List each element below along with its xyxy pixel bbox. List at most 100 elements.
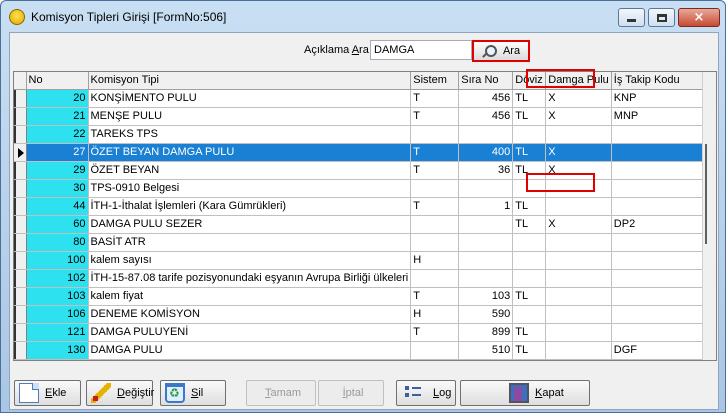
row-indicator[interactable] — [14, 107, 27, 126]
table-row[interactable]: 22 TAREKS TPS — [14, 125, 704, 144]
cell-sistem[interactable]: T — [410, 161, 460, 180]
table-row[interactable]: 106 DENEME KOMİSYON H 590 — [14, 305, 704, 324]
cell-sira-no[interactable] — [458, 269, 514, 288]
cell-komisyon-tipi[interactable]: kalem sayısı — [88, 251, 412, 270]
cell-sira-no[interactable]: 590 — [458, 305, 514, 324]
cell-is-takip-kodu[interactable] — [611, 161, 704, 180]
cell-is-takip-kodu[interactable] — [611, 197, 704, 216]
cell-no[interactable]: 80 — [26, 233, 89, 252]
header-sira-no[interactable]: Sıra No — [458, 72, 514, 90]
cell-komisyon-tipi[interactable]: BASİT ATR — [88, 233, 412, 252]
title-bar[interactable]: Komisyon Tipleri Girişi [FormNo:506] × — [1, 1, 725, 31]
cell-doviz[interactable] — [512, 233, 547, 252]
commission-grid[interactable]: No Komisyon Tipi Sistem Sıra No Döviz Da… — [13, 71, 717, 361]
cell-sistem[interactable]: H — [410, 305, 460, 324]
row-indicator[interactable] — [14, 287, 27, 306]
cell-damga-pulu[interactable]: X — [545, 143, 612, 162]
cell-damga-pulu[interactable] — [545, 269, 612, 288]
cell-doviz[interactable] — [512, 251, 547, 270]
cell-doviz[interactable] — [512, 269, 547, 288]
cell-is-takip-kodu[interactable] — [611, 287, 704, 306]
cell-no[interactable]: 44 — [26, 197, 89, 216]
cell-damga-pulu[interactable] — [545, 341, 612, 360]
cell-sistem[interactable]: T — [410, 323, 460, 342]
cell-no[interactable]: 21 — [26, 107, 89, 126]
cell-no[interactable]: 29 — [26, 161, 89, 180]
cell-komisyon-tipi[interactable]: KONŞİMENTO PULU — [88, 89, 412, 108]
search-input[interactable] — [370, 40, 472, 60]
table-row[interactable]: 44 İTH-1-İthalat İşlemleri (Kara Gümrükle… — [14, 197, 704, 216]
cell-komisyon-tipi[interactable]: DENEME KOMİSYON — [88, 305, 412, 324]
cell-sira-no[interactable]: 456 — [458, 107, 514, 126]
cell-damga-pulu[interactable] — [545, 305, 612, 324]
cell-no[interactable]: 106 — [26, 305, 89, 324]
cell-sistem[interactable]: H — [410, 251, 460, 270]
cell-komisyon-tipi[interactable]: İTH-1-İthalat İşlemleri (Kara Gümrükleri… — [88, 197, 412, 216]
cell-is-takip-kodu[interactable] — [611, 179, 704, 198]
scrollbar-thumb[interactable] — [705, 144, 715, 244]
cell-doviz[interactable]: TL — [512, 89, 547, 108]
cell-sistem[interactable] — [410, 341, 460, 360]
cell-komisyon-tipi[interactable]: İTH-15-87.08 tarife pozisyonundaki eşyan… — [88, 269, 412, 288]
cell-is-takip-kodu[interactable] — [611, 305, 704, 324]
cell-no[interactable]: 130 — [26, 341, 89, 360]
search-button[interactable]: Ara — [472, 40, 530, 62]
cell-damga-pulu[interactable] — [545, 251, 612, 270]
cell-sira-no[interactable] — [458, 251, 514, 270]
row-indicator[interactable] — [14, 143, 27, 162]
sil-button[interactable]: Sil — [160, 380, 226, 406]
iptal-button[interactable]: İptal — [318, 380, 384, 406]
cell-sistem[interactable] — [410, 233, 460, 252]
cell-komisyon-tipi[interactable]: ÖZET BEYAN DAMGA PULU — [88, 143, 412, 162]
cell-sistem[interactable]: T — [410, 287, 460, 306]
cell-sira-no[interactable]: 456 — [458, 89, 514, 108]
cell-sira-no[interactable]: 1 — [458, 197, 514, 216]
table-row[interactable]: 29 ÖZET BEYAN T 36 TL X — [14, 161, 704, 180]
cell-no[interactable]: 103 — [26, 287, 89, 306]
cell-sira-no[interactable]: 510 — [458, 341, 514, 360]
table-row[interactable]: 121 DAMGA PULUYENİ T 899 TL — [14, 323, 704, 342]
maximize-button[interactable] — [648, 8, 675, 27]
cell-no[interactable]: 30 — [26, 179, 89, 198]
cell-doviz[interactable]: TL — [512, 215, 547, 234]
table-row[interactable]: 103 kalem fiyat T 103 TL — [14, 287, 704, 306]
row-indicator[interactable] — [14, 341, 27, 360]
cell-no[interactable]: 102 — [26, 269, 89, 288]
header-no[interactable]: No — [26, 72, 89, 90]
cell-sira-no[interactable]: 36 — [458, 161, 514, 180]
table-row[interactable]: 102 İTH-15-87.08 tarife pozisyonundaki eş… — [14, 269, 704, 288]
row-indicator[interactable] — [14, 161, 27, 180]
cell-is-takip-kodu[interactable] — [611, 269, 704, 288]
table-row[interactable]: 60 DAMGA PULU SEZER TL X DP2 — [14, 215, 704, 234]
table-row[interactable]: 30 TPS-0910 Belgesi — [14, 179, 704, 198]
cell-sistem[interactable] — [410, 125, 460, 144]
cell-no[interactable]: 22 — [26, 125, 89, 144]
cell-damga-pulu[interactable] — [545, 197, 612, 216]
row-indicator[interactable] — [14, 233, 27, 252]
cell-doviz[interactable] — [512, 125, 547, 144]
minimize-button[interactable] — [618, 8, 645, 27]
cell-is-takip-kodu[interactable] — [611, 251, 704, 270]
cell-sistem[interactable] — [410, 269, 460, 288]
row-indicator[interactable] — [14, 269, 27, 288]
cell-komisyon-tipi[interactable]: kalem fiyat — [88, 287, 412, 306]
cell-damga-pulu[interactable]: X — [545, 89, 612, 108]
table-row[interactable]: 100 kalem sayısı H — [14, 251, 704, 270]
cell-doviz[interactable]: TL — [512, 107, 547, 126]
row-indicator[interactable] — [14, 215, 27, 234]
cell-komisyon-tipi[interactable]: DAMGA PULUYENİ — [88, 323, 412, 342]
cell-sistem[interactable]: T — [410, 107, 460, 126]
ekle-button[interactable]: Ekle — [14, 380, 81, 406]
cell-sistem[interactable]: T — [410, 143, 460, 162]
cell-sistem[interactable]: T — [410, 197, 460, 216]
cell-is-takip-kodu[interactable] — [611, 233, 704, 252]
cell-komisyon-tipi[interactable]: TAREKS TPS — [88, 125, 412, 144]
cell-is-takip-kodu[interactable]: DP2 — [611, 215, 704, 234]
cell-damga-pulu[interactable]: X — [545, 107, 612, 126]
cell-no[interactable]: 100 — [26, 251, 89, 270]
cell-is-takip-kodu[interactable]: MNP — [611, 107, 704, 126]
cell-sira-no[interactable] — [458, 233, 514, 252]
cell-is-takip-kodu[interactable]: DGF — [611, 341, 704, 360]
cell-damga-pulu[interactable]: X — [545, 215, 612, 234]
cell-komisyon-tipi[interactable]: ÖZET BEYAN — [88, 161, 412, 180]
